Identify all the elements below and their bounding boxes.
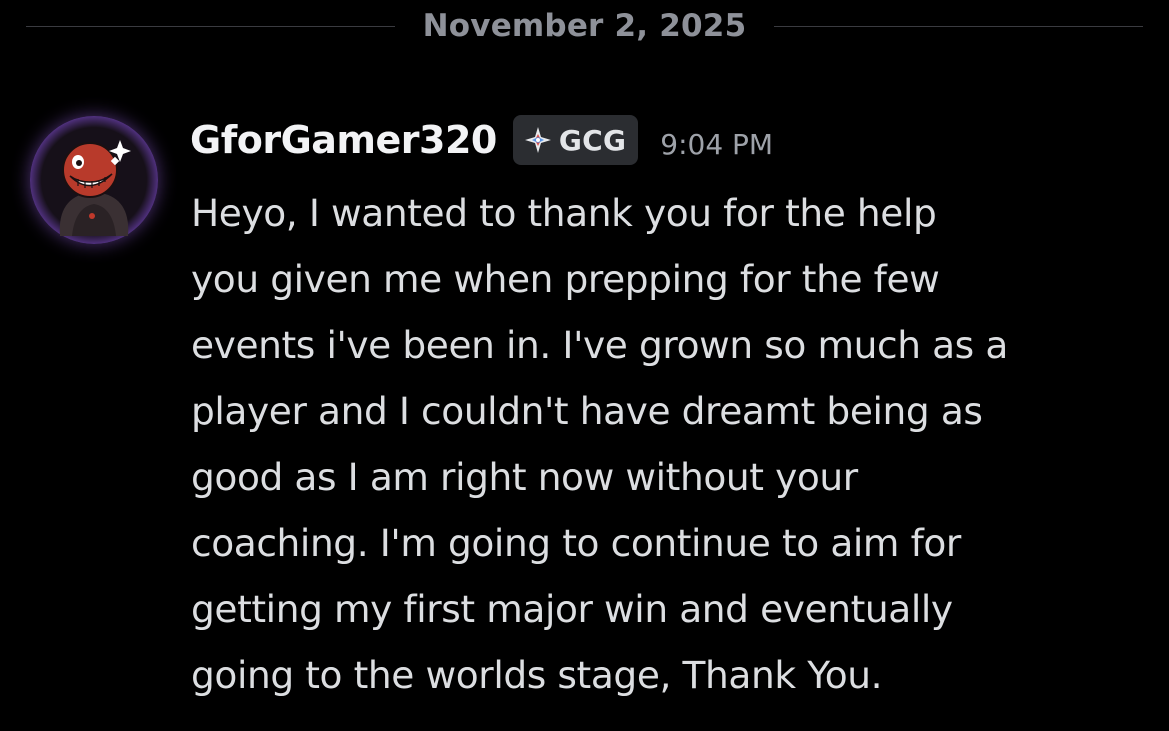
- message-line: coaching. I'm going to continue to aim f…: [191, 521, 961, 565]
- message-line: player and I couldn't have dreamt being …: [191, 389, 983, 433]
- message-content: Heyo, I wanted to thank you for the help…: [191, 180, 1141, 708]
- message-timestamp[interactable]: 9:04 PM: [660, 128, 773, 161]
- author-username[interactable]: GforGamer320: [190, 121, 497, 159]
- message-line: Heyo, I wanted to thank you for the help: [191, 191, 937, 235]
- server-tag-label: GCG: [558, 123, 627, 157]
- chat-message: GforGamer320 GCG 9:04 PM Heyo, I wanted …: [0, 0, 1169, 731]
- message-line: good as I am right now without your: [191, 455, 858, 499]
- message-line: getting my first major win and eventuall…: [191, 587, 953, 631]
- diamond-compass-icon: [524, 127, 551, 153]
- message-header: GforGamer320 GCG 9:04 PM: [190, 110, 773, 170]
- red-grinning-character-avatar-icon: [59, 140, 131, 236]
- avatar[interactable]: [30, 116, 158, 244]
- message-line: you given me when prepping for the few: [191, 257, 940, 301]
- message-line: events i've been in. I've grown so much …: [191, 323, 1008, 367]
- message-line: going to the worlds stage, Thank You.: [191, 653, 883, 697]
- server-tag-badge[interactable]: GCG: [512, 115, 639, 165]
